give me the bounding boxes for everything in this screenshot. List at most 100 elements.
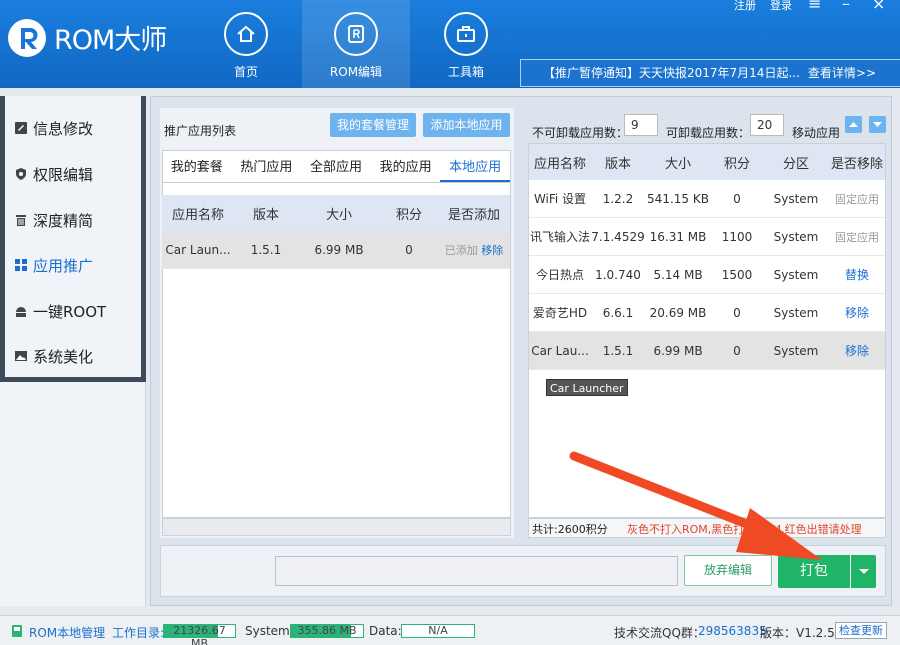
work-dir-value: 21326.67 MB	[173, 624, 226, 645]
remove-link[interactable]: 移除	[829, 342, 885, 359]
uninstall-label: 可卸载应用数：	[666, 126, 751, 140]
col-remove: 是否移除	[830, 156, 883, 172]
rom-local-manage-icon	[12, 625, 22, 637]
cell-app-name: Car Lau...	[531, 343, 589, 358]
remove-link[interactable]: 移除	[829, 304, 885, 321]
qq-group-number[interactable]: 298563835	[698, 624, 767, 638]
sidebar-item-label: 应用推广	[33, 256, 94, 275]
col-version: 版本	[252, 207, 279, 223]
tab-my-apps[interactable]: 我的应用	[371, 153, 441, 182]
my-package-manage-button[interactable]: 我的套餐管理	[330, 113, 416, 137]
arrow-up-icon	[849, 122, 858, 127]
grid-icon	[15, 259, 27, 271]
tab-all-apps[interactable]: 全部应用	[301, 153, 371, 182]
menu-icon[interactable]: ≡	[808, 0, 821, 12]
edit-icon	[15, 122, 27, 134]
work-dir-meter: 21326.67 MB	[163, 624, 236, 645]
sidebar-item-info-edit[interactable]: 信息修改	[14, 106, 142, 150]
cell-partition: System	[773, 305, 819, 320]
cell-partition: System	[773, 191, 819, 206]
move-up-button[interactable]	[845, 116, 862, 133]
cell-version: 1.2.2	[602, 191, 634, 206]
nav-toolbox-label: 工具箱	[447, 65, 484, 79]
cell-points: 0	[405, 242, 413, 257]
remove-link[interactable]: 移除	[481, 244, 503, 257]
uninstall-count-field[interactable]: 20	[750, 114, 784, 136]
rom-local-manage-link[interactable]: ROM本地管理	[29, 624, 105, 641]
sidebar-item-deep-clean[interactable]: 深度精简	[14, 198, 142, 242]
table-row[interactable]: Car Lau... 1.5.1 6.99 MB 0 System 移除	[529, 332, 885, 370]
tab-local-apps[interactable]: 本地应用	[440, 153, 510, 182]
login-link[interactable]: 登录	[770, 0, 792, 13]
title-bar: ROM大师 首页 ROM编辑 工具箱 注册 登录 ≡ – × 【推广暂停通知】天…	[0, 0, 900, 88]
system-label: System:	[245, 624, 294, 638]
minimize-icon[interactable]: –	[842, 0, 850, 12]
image-icon	[15, 351, 27, 361]
notice-bar[interactable]: 【推广暂停通知】天天快报2017年7月14日起... 查看详情>>	[520, 59, 900, 87]
move-down-button[interactable]	[869, 116, 886, 133]
register-link[interactable]: 注册	[734, 0, 756, 13]
cell-added-status: 已添加	[444, 243, 478, 257]
cell-version: 1.5.1	[602, 343, 634, 358]
nav-home[interactable]: 首页	[192, 0, 300, 88]
cell-app-name: 今日热点	[535, 268, 584, 282]
sidebar-item-beautify[interactable]: 系统美化	[14, 334, 142, 378]
col-points: 积分	[723, 156, 750, 172]
promo-list-title: 推广应用列表	[164, 124, 237, 138]
nav-toolbox[interactable]: 工具箱	[412, 0, 520, 88]
tab-hot-apps[interactable]: 热门应用	[232, 153, 302, 182]
sidebar-item-app-promotion[interactable]: 应用推广	[14, 243, 142, 287]
cell-fixed-app: 固定应用	[835, 230, 879, 244]
arrow-down-icon	[873, 122, 882, 127]
cell-partition: System	[773, 267, 819, 282]
move-app-label: 移动应用	[792, 126, 841, 140]
cell-app-name: 爱奇艺HD	[532, 306, 588, 320]
cell-partition: System	[773, 343, 819, 358]
home-icon	[224, 12, 268, 56]
cell-app-name: WiFi 设置	[533, 192, 587, 206]
non-uninstall-label: 不可卸载应用数：	[532, 126, 629, 140]
table-row[interactable]: 讯飞输入法 7.1.4529 16.31 MB 1100 System 固定应用	[529, 218, 885, 256]
data-meter: N/A	[401, 624, 475, 638]
cell-size: 6.99 MB	[314, 242, 364, 257]
cell-version: 6.6.1	[602, 305, 634, 320]
col-app-name: 应用名称	[533, 156, 586, 172]
status-bar: ROM本地管理 工作目录: 21326.67 MB System: 355.86…	[0, 615, 900, 645]
sidebar-item-permission[interactable]: 权限编辑	[14, 152, 142, 196]
promo-tabs: 我的套餐 热门应用 全部应用 我的应用 本地应用	[162, 153, 510, 183]
close-icon[interactable]: ×	[872, 0, 885, 12]
col-points: 积分	[395, 207, 422, 223]
cell-points: 0	[733, 343, 741, 358]
table-row[interactable]: 今日热点 1.0.740 5.14 MB 1500 System 替换	[529, 256, 885, 294]
sidebar-item-root[interactable]: 一键ROOT	[14, 289, 142, 333]
cell-size: 541.15 KB	[647, 191, 709, 206]
nav-rom-edit[interactable]: ROM编辑	[302, 0, 410, 88]
system-meter: 355.86 MB	[290, 624, 364, 638]
cell-partition: System	[773, 229, 819, 244]
notice-detail-link[interactable]: 查看详情>>	[808, 66, 876, 80]
col-added: 是否添加	[447, 207, 500, 223]
data-label: Data:	[369, 624, 402, 638]
cell-points: 1100	[721, 229, 753, 244]
replace-link[interactable]: 替换	[829, 266, 885, 283]
tab-my-package[interactable]: 我的套餐	[162, 153, 232, 182]
add-local-app-button[interactable]: 添加本地应用	[423, 113, 510, 137]
cell-points: 1500	[721, 267, 753, 282]
cell-size: 6.99 MB	[653, 343, 703, 358]
table-row[interactable]: 爱奇艺HD 6.6.1 20.69 MB 0 System 移除	[529, 294, 885, 332]
app-name-tooltip: Car Launcher	[546, 379, 628, 396]
table-row[interactable]: Car Laun... 1.5.1 6.99 MB 0 已添加 移除	[162, 231, 510, 269]
sidebar-item-label: 信息修改	[33, 119, 94, 138]
check-update-button[interactable]: 检查更新	[835, 622, 887, 639]
non-uninstall-count-field[interactable]: 9	[624, 114, 658, 136]
android-icon	[16, 307, 26, 317]
table-row[interactable]: WiFi 设置 1.2.2 541.15 KB 0 System 固定应用	[529, 180, 885, 218]
col-size: 大小	[325, 207, 352, 223]
cell-version: 1.5.1	[250, 242, 282, 257]
sidebar-item-label: 深度精简	[33, 211, 94, 230]
nav-rom-edit-label: ROM编辑	[329, 65, 383, 79]
col-size: 大小	[664, 156, 691, 172]
toolbox-icon	[444, 12, 488, 56]
package-dropdown-button[interactable]	[850, 555, 876, 588]
promo-scrollbar[interactable]	[162, 518, 511, 536]
